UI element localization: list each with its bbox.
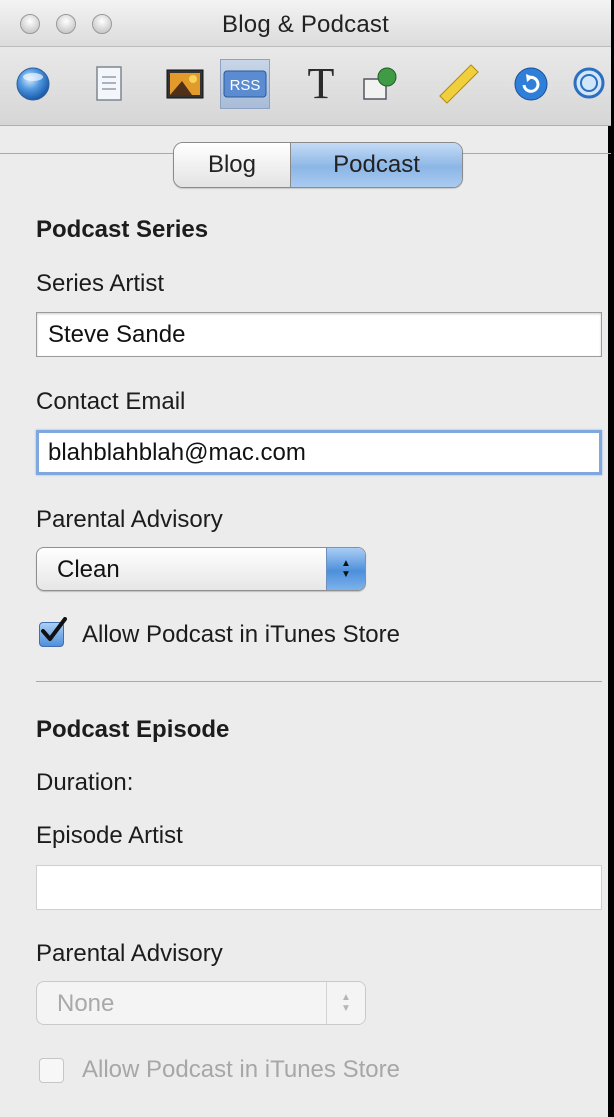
tab-divider-right <box>461 153 611 154</box>
series-artist-field[interactable]: Steve Sande <box>36 312 602 357</box>
metrics-inspector-button[interactable] <box>434 59 484 109</box>
series-artist-label: Series Artist <box>36 270 165 297</box>
series-advisory-popup[interactable]: Clean ▲ ▼ <box>36 547 366 591</box>
episode-itunes-checkbox <box>39 1058 64 1083</box>
refresh-icon <box>514 67 548 101</box>
episode-heading: Podcast Episode <box>36 716 230 743</box>
link-inspector-button[interactable] <box>506 59 556 109</box>
contact-email-label: Contact Email <box>36 388 186 415</box>
zoom-icon <box>573 67 605 99</box>
tab-podcast[interactable]: Podcast <box>291 143 462 187</box>
photo-icon <box>166 69 204 99</box>
tab-blog[interactable]: Blog <box>174 143 291 187</box>
series-itunes-label[interactable]: Allow Podcast in iTunes Store <box>82 621 400 649</box>
globe-icon <box>16 67 50 101</box>
tab-divider-left <box>0 153 173 154</box>
section-divider <box>36 681 602 682</box>
photo-inspector-button[interactable] <box>160 59 210 109</box>
popup-arrows-icon: ▲ ▼ <box>326 982 365 1024</box>
series-itunes-checkbox[interactable] <box>39 617 67 647</box>
episode-advisory-popup: None ▲ ▼ <box>36 981 366 1025</box>
episode-artist-field[interactable] <box>36 865 602 910</box>
episode-advisory-label: Parental Advisory <box>36 940 223 967</box>
svg-text:RSS: RSS <box>230 77 261 94</box>
series-advisory-value: Clean <box>57 556 120 583</box>
checkmark-icon <box>41 617 67 641</box>
graphic-inspector-button[interactable] <box>356 59 406 109</box>
shapes-icon <box>363 67 397 100</box>
episode-advisory-value: None <box>57 990 115 1017</box>
title-bar[interactable]: Blog & Podcast <box>0 0 611 47</box>
document-inspector-button[interactable] <box>84 59 134 109</box>
series-heading: Podcast Series <box>36 216 209 243</box>
ruler-icon <box>439 64 479 104</box>
text-icon: T <box>307 59 335 108</box>
inspector-toolbar: RSS T <box>0 47 611 126</box>
duration-label: Duration: <box>36 769 134 796</box>
rss-inspector-button[interactable]: RSS <box>220 59 270 109</box>
window-title: Blog & Podcast <box>222 11 389 38</box>
quicktime-inspector-button[interactable] <box>566 59 614 109</box>
document-icon <box>96 66 122 101</box>
rss-icon: RSS <box>223 70 267 98</box>
globe-inspector-button[interactable] <box>8 59 58 109</box>
text-inspector-button[interactable]: T <box>296 59 346 109</box>
popup-arrows-icon: ▲ ▼ <box>326 548 365 590</box>
blog-podcast-tabs: Blog Podcast <box>173 142 463 188</box>
inspector-window: Blog & Podcast RSS T Blog Podcast Podcas… <box>0 0 611 1117</box>
series-advisory-label: Parental Advisory <box>36 506 223 533</box>
contact-email-field[interactable]: blahblahblah@mac.com <box>36 430 602 475</box>
episode-artist-label: Episode Artist <box>36 822 183 849</box>
episode-itunes-label: Allow Podcast in iTunes Store <box>82 1056 400 1083</box>
